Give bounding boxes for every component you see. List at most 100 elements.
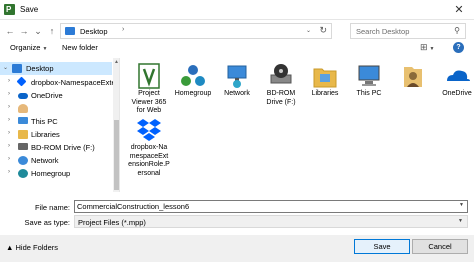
address-path[interactable]: Desktop bbox=[80, 27, 108, 36]
this-pc-icon bbox=[358, 65, 380, 86]
save-as-type-value: Project Files (*.mpp) bbox=[78, 218, 146, 227]
file-item[interactable]: Network bbox=[216, 60, 258, 120]
nav-item-homegroup[interactable]: › Homegroup bbox=[0, 167, 112, 180]
nav-item-onedrive[interactable]: › OneDrive bbox=[0, 89, 112, 102]
dropbox-icon bbox=[16, 76, 27, 87]
nav-item-user[interactable]: › bbox=[0, 102, 112, 115]
expand-caret-icon[interactable]: › bbox=[8, 91, 10, 97]
save-button[interactable]: Save bbox=[354, 239, 410, 254]
navigation-pane[interactable]: ⌄ Desktop › dropbox-NamespaceExten › One… bbox=[0, 58, 120, 192]
file-item[interactable]: Project Viewer 365 for Web bbox=[128, 60, 170, 120]
expand-caret-icon[interactable]: › bbox=[8, 78, 10, 84]
libraries-icon bbox=[18, 130, 28, 139]
nav-item-libraries[interactable]: › Libraries bbox=[0, 128, 112, 141]
title-bar: Save ✕ bbox=[0, 0, 474, 20]
file-item[interactable] bbox=[392, 60, 434, 120]
organize-button[interactable]: Organize ▼ bbox=[10, 42, 47, 55]
project-viewer-icon bbox=[138, 63, 160, 89]
file-label: BD-ROM Drive (F:) bbox=[266, 90, 296, 106]
nav-item-label: OneDrive bbox=[31, 91, 63, 100]
organize-dropdown-icon: ▼ bbox=[42, 46, 48, 52]
expand-caret-icon[interactable]: › bbox=[8, 130, 10, 136]
libraries-icon bbox=[313, 68, 337, 88]
nav-item-desktop[interactable]: ⌄ Desktop bbox=[0, 62, 112, 75]
address-bar[interactable]: Desktop › ⌄ ↻ bbox=[60, 23, 332, 39]
nav-item-label: This PC bbox=[31, 117, 58, 126]
file-label: This PC bbox=[356, 90, 382, 97]
file-label: Network bbox=[224, 90, 250, 97]
window-title: Save bbox=[20, 5, 39, 14]
close-icon[interactable]: ✕ bbox=[444, 0, 474, 20]
expand-caret-icon[interactable]: › bbox=[8, 156, 10, 162]
nav-item-label: Homegroup bbox=[31, 169, 71, 178]
file-label: Homegroup bbox=[174, 90, 212, 97]
command-bar: Organize ▼ New folder ⊞ ▼ ? bbox=[0, 42, 474, 56]
nav-item-label: dropbox-NamespaceExten bbox=[31, 78, 120, 87]
network-icon bbox=[18, 156, 28, 165]
nav-item-label: BD-ROM Drive (F:) bbox=[31, 143, 95, 152]
nav-item-this-pc[interactable]: › This PC bbox=[0, 115, 112, 128]
view-grid-icon: ⊞ bbox=[420, 42, 428, 52]
computer-icon bbox=[18, 117, 28, 124]
dialog-footer: ▲ Hide Folders Save Cancel bbox=[0, 235, 474, 262]
scroll-up-icon[interactable]: ▲ bbox=[114, 59, 119, 65]
file-item[interactable]: BD-ROM Drive (F:) bbox=[260, 60, 302, 120]
desktop-icon bbox=[12, 64, 22, 73]
file-name-dropdown-icon[interactable]: ▼ bbox=[459, 202, 464, 208]
desktop-folder-icon bbox=[65, 27, 75, 35]
hide-folders-button[interactable]: ▲ Hide Folders bbox=[6, 243, 58, 252]
change-view-button[interactable]: ⊞ ▼ bbox=[420, 42, 435, 53]
expand-caret-icon[interactable]: › bbox=[8, 169, 10, 175]
cancel-button[interactable]: Cancel bbox=[412, 239, 468, 254]
file-item[interactable]: OneDrive bbox=[436, 60, 474, 120]
address-row: ← → ⌄ ↑ Desktop › ⌄ ↻ Search Desktop ⚲ bbox=[0, 20, 474, 42]
dropbox-icon bbox=[137, 119, 161, 141]
project-app-icon bbox=[4, 4, 15, 15]
onedrive-icon bbox=[447, 70, 470, 81]
bd-rom-drive-icon bbox=[270, 64, 292, 84]
nav-item-bd-rom[interactable]: › BD-ROM Drive (F:) bbox=[0, 141, 112, 154]
file-item[interactable]: This PC bbox=[348, 60, 390, 120]
nav-item-label: Desktop bbox=[26, 64, 54, 73]
network-icon bbox=[227, 65, 247, 88]
nav-item-label: Libraries bbox=[31, 130, 60, 139]
disc-drive-icon bbox=[18, 143, 28, 150]
search-icon: ⚲ bbox=[454, 26, 460, 35]
breadcrumb-chevron-icon[interactable]: › bbox=[122, 26, 124, 33]
chevron-down-icon: ▼ bbox=[458, 218, 463, 224]
file-name-field[interactable] bbox=[74, 200, 468, 213]
onedrive-icon bbox=[18, 93, 28, 99]
user-icon bbox=[18, 104, 28, 113]
back-arrow-icon[interactable]: ← bbox=[4, 24, 16, 38]
view-dropdown-icon: ▼ bbox=[429, 46, 435, 52]
nav-scrollbar[interactable]: ▲ bbox=[113, 58, 119, 192]
new-folder-button[interactable]: New folder bbox=[62, 42, 98, 54]
expand-caret-icon[interactable]: › bbox=[8, 117, 10, 123]
save-as-type-select[interactable]: Project Files (*.mpp) ▼ bbox=[74, 215, 468, 228]
search-input[interactable]: Search Desktop ⚲ bbox=[350, 23, 466, 39]
search-placeholder: Search Desktop bbox=[356, 27, 410, 36]
up-arrow-icon[interactable]: ↑ bbox=[46, 24, 58, 38]
file-list: Project Viewer 365 for Web Homegroup Net… bbox=[122, 58, 474, 192]
nav-item-dropbox[interactable]: › dropbox-NamespaceExten bbox=[0, 76, 119, 89]
organize-label: Organize bbox=[10, 43, 41, 52]
file-item[interactable]: Homegroup bbox=[172, 60, 214, 120]
user-folder-icon bbox=[404, 67, 422, 87]
nav-item-network[interactable]: › Network bbox=[0, 154, 112, 167]
homegroup-icon bbox=[18, 169, 28, 178]
file-label: dropbox-NamespaceExtensionRole.Personal bbox=[128, 144, 170, 177]
nav-item-label: Network bbox=[31, 156, 59, 165]
file-item[interactable]: dropbox-NamespaceExtensionRole.Personal bbox=[128, 114, 170, 190]
scroll-thumb[interactable] bbox=[114, 120, 119, 190]
help-icon[interactable]: ? bbox=[453, 42, 464, 53]
file-label: OneDrive bbox=[442, 90, 472, 97]
refresh-icon[interactable]: ↻ bbox=[319, 25, 327, 36]
expand-caret-icon[interactable]: ⌄ bbox=[3, 64, 8, 71]
file-item[interactable]: Libraries bbox=[304, 60, 346, 120]
save-as-type-label: Save as type: bbox=[24, 218, 70, 227]
recent-locations-icon[interactable]: ⌄ bbox=[32, 24, 44, 38]
forward-arrow-icon[interactable]: → bbox=[18, 24, 30, 38]
expand-caret-icon[interactable]: › bbox=[8, 143, 10, 149]
address-dropdown-icon[interactable]: ⌄ bbox=[306, 27, 311, 34]
expand-caret-icon[interactable]: › bbox=[8, 104, 10, 110]
